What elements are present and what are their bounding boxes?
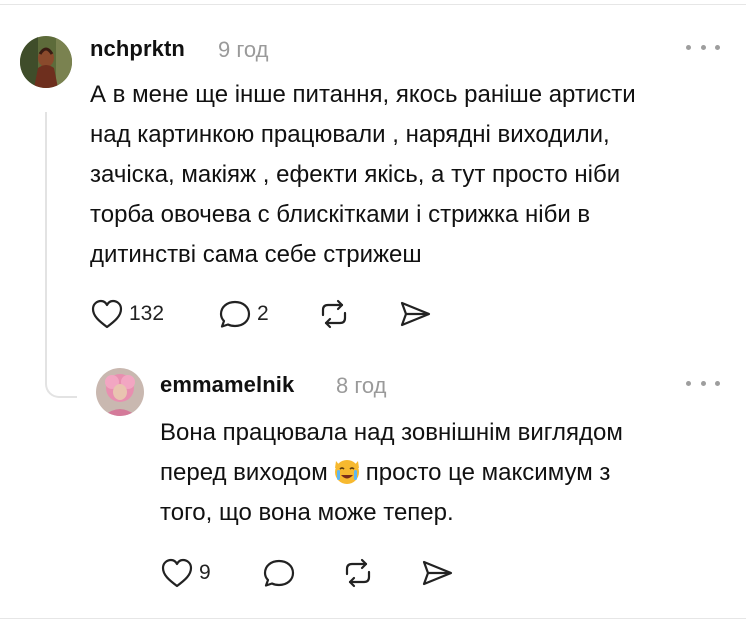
comment-line: торба овочева с блискітками і стрижка ні… [90, 201, 591, 228]
repost-icon [345, 558, 371, 588]
like-count: 132 [129, 302, 165, 325]
comment-line: Вона працювала над зовнішнім виглядом [160, 419, 623, 446]
crying-cat-emoji [334, 460, 359, 484]
like-button[interactable]: 132 [90, 298, 164, 330]
comment-line: над картинкою працювали , нарядні виходи… [90, 121, 610, 148]
comment-line: перед виходом просто це максимум з [160, 453, 623, 493]
share-button[interactable] [398, 298, 432, 330]
timestamp: 8 год [336, 373, 387, 398]
timestamp: 9 год [218, 37, 269, 62]
comment-segment: перед виходом [160, 459, 328, 486]
speech-bubble-icon [219, 300, 251, 328]
comment-line: того, що вона може тепер. [160, 499, 454, 526]
threads-comment-view: nchprktn 9 год А в мене ще інше питання,… [0, 0, 746, 626]
reply-count: 2 [257, 302, 269, 325]
like-button[interactable]: 9 [160, 557, 211, 589]
top-divider [0, 4, 746, 5]
send-icon [422, 560, 453, 586]
like-count: 9 [199, 561, 211, 584]
reply-button[interactable]: 2 [218, 298, 269, 330]
share-button[interactable] [420, 557, 454, 589]
avatar[interactable] [96, 368, 144, 416]
heart-icon [91, 299, 123, 329]
reply-button[interactable] [262, 557, 296, 589]
comment-line: зачіска, макіяж , ефекти якісь, а тут пр… [90, 161, 621, 188]
heart-icon [161, 558, 193, 588]
comment-text: Вона працювала над зовнішнім виглядом пе… [160, 413, 623, 533]
repost-button[interactable] [340, 557, 376, 589]
thread-line [45, 112, 77, 398]
comment-line: дитинстві сама себе стрижеш [90, 241, 422, 268]
comment-line: А в мене ще інше питання, якось раніше а… [90, 81, 636, 108]
repost-icon [321, 299, 347, 329]
comment-segment: просто це максимум з [365, 459, 611, 486]
more-dots-icon[interactable] [686, 376, 720, 390]
username[interactable]: emmamelnik [160, 372, 294, 398]
repost-button[interactable] [316, 298, 352, 330]
more-dots-icon[interactable] [686, 40, 720, 54]
avatar[interactable] [20, 36, 72, 88]
comment-text: А в мене ще інше питання, якось раніше а… [90, 75, 636, 275]
username[interactable]: nchprktn [90, 36, 185, 62]
speech-bubble-icon [263, 559, 295, 587]
bottom-divider [0, 618, 746, 619]
send-icon [400, 301, 431, 327]
